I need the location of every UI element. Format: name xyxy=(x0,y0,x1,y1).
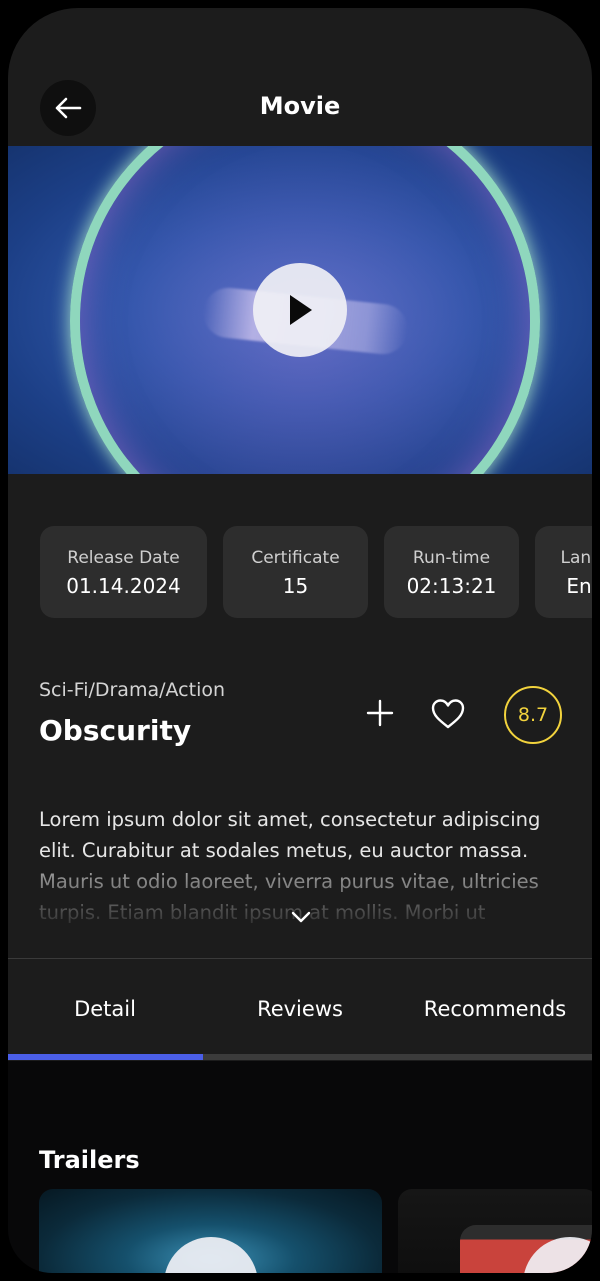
trailer-card[interactable] xyxy=(39,1189,382,1273)
movie-title: Obscurity xyxy=(39,714,192,747)
movie-genres: Sci-Fi/Drama/Action xyxy=(39,679,226,701)
trailer-card[interactable] xyxy=(398,1189,592,1273)
movie-info-panel: Release Date 01.14.2024 Certificate 15 R… xyxy=(8,474,592,959)
stat-label: Run-time xyxy=(412,548,491,568)
heart-icon[interactable] xyxy=(431,698,465,730)
stat-value: 15 xyxy=(282,574,309,598)
chevron-down-icon[interactable] xyxy=(290,910,312,924)
stat-value: 01.14.2024 xyxy=(66,574,181,598)
tab-recommends[interactable]: Recommends xyxy=(398,997,592,1021)
stat-language: Language English xyxy=(535,526,592,618)
play-icon xyxy=(290,295,312,325)
stat-label: Release Date xyxy=(67,548,180,568)
stat-label: Certificate xyxy=(251,548,340,568)
play-button[interactable] xyxy=(164,1237,258,1273)
tab-bar: Detail Reviews Recommends xyxy=(8,959,592,1061)
stat-label: Language xyxy=(560,548,592,568)
stat-run-time: Run-time 02:13:21 xyxy=(384,526,519,618)
stat-certificate: Certificate 15 xyxy=(223,526,368,618)
active-tab-indicator xyxy=(8,1054,203,1060)
stats-row[interactable]: Release Date 01.14.2024 Certificate 15 R… xyxy=(40,526,592,618)
stat-value: English xyxy=(566,574,592,598)
tab-reviews[interactable]: Reviews xyxy=(203,997,397,1021)
stat-value: 02:13:21 xyxy=(406,574,497,598)
movie-hero-image xyxy=(8,146,592,474)
trailers-heading: Trailers xyxy=(39,1146,140,1174)
play-button[interactable] xyxy=(253,263,347,357)
top-bar: Movie xyxy=(8,8,592,146)
rating-badge: 8.7 xyxy=(504,686,562,744)
phone-screen: Movie Release Date 01.14.2024 Certificat… xyxy=(8,8,592,1273)
stat-release-date: Release Date 01.14.2024 xyxy=(40,526,207,618)
tab-detail[interactable]: Detail xyxy=(8,997,202,1021)
plus-icon[interactable] xyxy=(365,698,395,728)
page-title: Movie xyxy=(259,92,341,120)
